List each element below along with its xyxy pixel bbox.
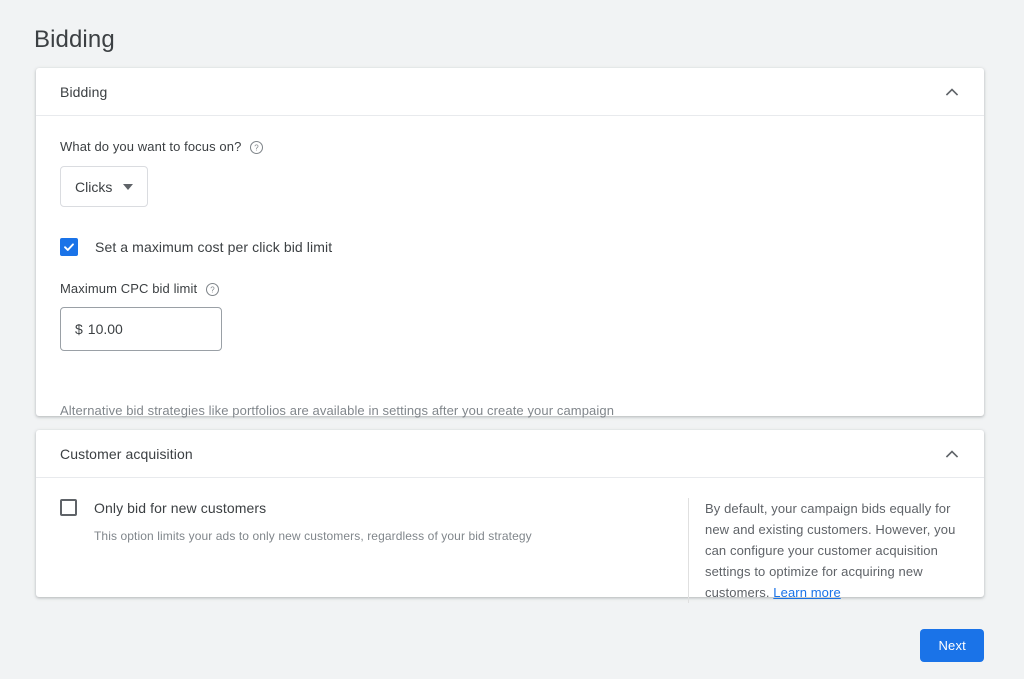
only-new-customers-row[interactable]: Only bid for new customers [60, 498, 672, 518]
help-icon[interactable]: ? [249, 140, 264, 155]
learn-more-link[interactable]: Learn more [773, 585, 840, 600]
bidding-card: Bidding What do you want to focus on? ? … [36, 68, 984, 418]
chevron-down-icon [123, 183, 134, 190]
customer-acquisition-left: Only bid for new customers This option l… [60, 498, 672, 603]
focus-label-text: What do you want to focus on? [60, 139, 242, 154]
cpc-bid-limit-input[interactable]: $ 10.00 [60, 307, 222, 351]
customer-acquisition-card-header[interactable]: Customer acquisition [36, 430, 984, 478]
only-new-customers-label: Only bid for new customers [94, 500, 267, 516]
bidding-card-title: Bidding [60, 83, 108, 100]
customer-acquisition-info: By default, your campaign bids equally f… [688, 498, 960, 603]
chevron-up-icon[interactable] [940, 442, 964, 466]
max-cpc-checkbox-label: Set a maximum cost per click bid limit [95, 239, 333, 255]
cpc-label-text: Maximum CPC bid limit [60, 281, 198, 296]
customer-acquisition-card: Customer acquisition Only bid for new cu… [36, 430, 984, 603]
customer-acquisition-body: Only bid for new customers This option l… [36, 478, 984, 603]
only-new-customers-description: This option limits your ads to only new … [94, 529, 532, 543]
chevron-up-icon[interactable] [940, 80, 964, 104]
bidding-card-body: What do you want to focus on? ? Clicks S… [36, 116, 984, 418]
only-new-customers-checkbox[interactable] [60, 499, 77, 516]
focus-field-label: What do you want to focus on? ? [60, 138, 960, 156]
customer-acquisition-card-title: Customer acquisition [60, 445, 193, 462]
cpc-bid-limit-value: 10.00 [87, 321, 123, 337]
bidding-page: Bidding Bidding What do you want to focu… [0, 0, 1024, 679]
cpc-field-label: Maximum CPC bid limit ? [60, 280, 960, 298]
max-cpc-checkbox[interactable] [60, 238, 78, 256]
max-cpc-checkbox-row[interactable]: Set a maximum cost per click bid limit [60, 237, 960, 257]
focus-select[interactable]: Clicks [60, 166, 149, 207]
currency-symbol: $ [75, 321, 83, 337]
page-title: Bidding [34, 26, 115, 53]
next-button[interactable]: Next [920, 629, 984, 662]
bidding-card-header[interactable]: Bidding [36, 68, 984, 116]
bidding-note: Alternative bid strategies like portfoli… [60, 403, 615, 418]
focus-select-value: Clicks [75, 178, 113, 195]
svg-text:?: ? [255, 143, 260, 152]
svg-text:?: ? [210, 285, 215, 294]
help-icon[interactable]: ? [205, 282, 220, 297]
